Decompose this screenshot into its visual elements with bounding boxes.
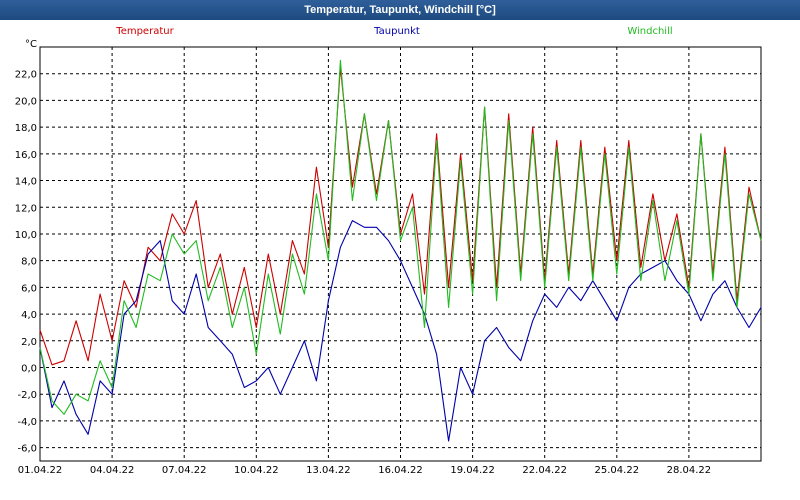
y-tick-label: 10,0: [15, 230, 37, 241]
y-axis-unit: °C: [25, 39, 37, 50]
y-tick-label: 0,0: [21, 364, 37, 375]
y-tick-label: 4,0: [21, 310, 37, 321]
x-tick-label: 22.04.22: [522, 465, 567, 476]
y-tick-label: -6,0: [17, 444, 37, 455]
x-tick-label: 10.04.22: [234, 465, 279, 476]
y-tick-label: 14,0: [15, 177, 37, 188]
line-chart: 22,0 20,0 18,0 16,0 14,0 12,0 10,0 8,0 6,0 4,0 2,0…: [15, 26, 762, 476]
y-tick-label: -4,0: [17, 417, 37, 428]
y-tick-label: 18,0: [15, 123, 37, 134]
legend-entry-taupunkt: Taupunkt: [373, 26, 420, 37]
x-tick-label: 13.04.22: [306, 465, 351, 476]
x-tick-label: 25.04.22: [595, 465, 640, 476]
legend-entry-windchill: Windchill: [627, 26, 672, 37]
x-tick-label: 07.04.22: [162, 465, 207, 476]
y-tick-label: 8,0: [21, 257, 37, 268]
y-tick-label: 20,0: [15, 96, 37, 107]
y-tick-label: -2,0: [17, 390, 37, 401]
chart-area: 22,0 20,0 18,0 16,0 14,0 12,0 10,0 8,0 6,0 4,0 2,0…: [0, 20, 800, 500]
window-title: Temperatur, Taupunkt, Windchill [°C]: [0, 0, 800, 20]
y-tick-label: 2,0: [21, 337, 37, 348]
y-tick-labels: 22,0 20,0 18,0 16,0 14,0 12,0 10,0 8,0 6,0 4,0 2,0…: [15, 70, 37, 455]
y-tick-label: 6,0: [21, 283, 37, 294]
legend: Temperatur Taupunkt Windchill: [115, 26, 672, 37]
x-tick-label: 19.04.22: [450, 465, 495, 476]
y-tick-label: 16,0: [15, 150, 37, 161]
x-tick-label: 04.04.22: [90, 465, 135, 476]
x-tick-label: 28.04.22: [667, 465, 712, 476]
x-tick-labels: 01.04.22 04.04.22 07.04.22 10.04.22 13.04.22…: [18, 465, 711, 476]
y-tick-label: 22,0: [15, 70, 37, 81]
legend-entry-temperatur: Temperatur: [115, 26, 174, 37]
x-tick-label: 16.04.22: [378, 465, 423, 476]
y-tick-label: 12,0: [15, 203, 37, 214]
x-tick-label: 01.04.22: [18, 465, 63, 476]
